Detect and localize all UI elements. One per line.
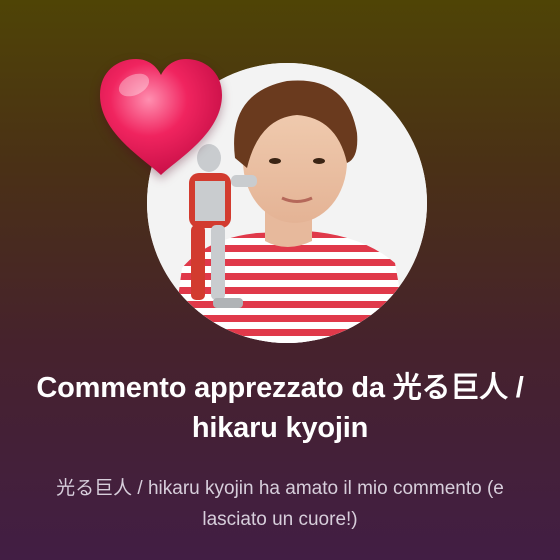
notification-title: Commento apprezzato da 光る巨人 / hikaru kyo… (36, 372, 524, 444)
notification-card[interactable]: Commento apprezzato da 光る巨人 / hikaru kyo… (0, 0, 560, 560)
heart-icon (100, 59, 222, 175)
notification-message: 光る巨人 / hikaru kyojin ha amato il mio com… (56, 478, 504, 530)
